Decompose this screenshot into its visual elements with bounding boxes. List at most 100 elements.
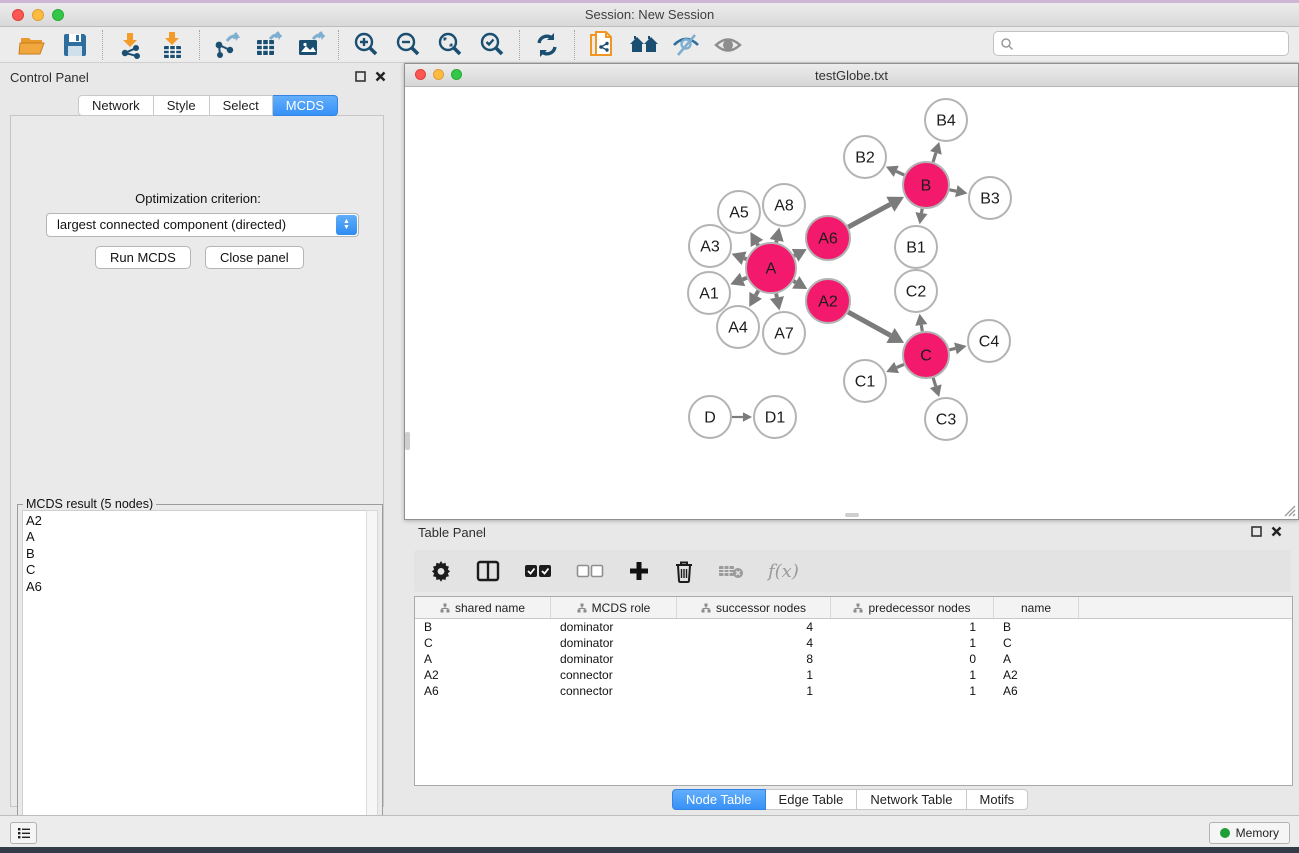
column-header[interactable]: name xyxy=(994,597,1079,618)
tab-edge-table[interactable]: Edge Table xyxy=(766,789,858,810)
table-cell[interactable]: 1 xyxy=(677,683,831,699)
table-cell[interactable]: B xyxy=(994,619,1079,635)
graph-edge[interactable] xyxy=(950,190,957,191)
table-cell[interactable]: C xyxy=(415,635,551,651)
graph-edge[interactable] xyxy=(949,348,955,349)
list-item[interactable]: A6 xyxy=(26,579,367,595)
list-item[interactable]: A xyxy=(26,529,367,545)
save-session-icon[interactable] xyxy=(54,29,96,61)
graph-edge[interactable] xyxy=(757,243,758,245)
table-cell[interactable]: A xyxy=(994,651,1079,667)
zoom-fit-icon[interactable] xyxy=(429,29,471,61)
close-panel-icon[interactable] xyxy=(1271,526,1282,537)
graph-edge[interactable] xyxy=(848,312,890,335)
table-cell[interactable]: A2 xyxy=(415,667,551,683)
column-header[interactable]: successor nodes xyxy=(677,597,831,618)
function-builder-icon[interactable]: f(x) xyxy=(768,556,799,586)
graph-edge[interactable] xyxy=(756,291,759,296)
export-network-icon[interactable] xyxy=(206,29,248,61)
show-selected-icon[interactable] xyxy=(707,29,749,61)
table-row[interactable]: Adominator80A xyxy=(415,651,1292,667)
settings-gear-icon[interactable] xyxy=(430,556,452,586)
import-table-icon[interactable] xyxy=(151,29,193,61)
deselect-all-icon[interactable] xyxy=(576,556,604,586)
table-cell[interactable]: A6 xyxy=(994,683,1079,699)
tab-network[interactable]: Network xyxy=(78,95,154,116)
close-network-button[interactable] xyxy=(415,69,426,80)
graph-edge[interactable] xyxy=(744,258,746,259)
graph-edge[interactable] xyxy=(897,364,904,367)
new-network-from-file-icon[interactable] xyxy=(581,29,623,61)
minimize-window-button[interactable] xyxy=(32,9,44,21)
delete-table-icon[interactable] xyxy=(718,556,744,586)
home-networks-icon[interactable] xyxy=(623,29,665,61)
table-cell[interactable]: 1 xyxy=(831,667,994,683)
network-window-titlebar[interactable]: testGlobe.txt xyxy=(405,64,1298,87)
table-cell[interactable]: connector xyxy=(551,667,677,683)
table-cell[interactable]: 1 xyxy=(677,667,831,683)
table-row[interactable]: Bdominator41B xyxy=(415,619,1292,635)
table-cell[interactable]: 1 xyxy=(831,635,994,651)
graph-edge[interactable] xyxy=(848,204,890,227)
network-hscrollbar[interactable] xyxy=(845,513,859,517)
select-all-icon[interactable] xyxy=(524,556,552,586)
network-canvas[interactable]: B4B2BB3B1A5A8A6A3AA1C2A4A7A2C4CC1C3DD1 xyxy=(405,87,1298,519)
graph-edge[interactable] xyxy=(794,255,795,256)
list-scrollbar[interactable] xyxy=(366,510,378,844)
close-panel-icon[interactable] xyxy=(375,71,386,82)
export-image-icon[interactable] xyxy=(290,29,332,61)
close-window-button[interactable] xyxy=(12,9,24,21)
search-input[interactable] xyxy=(993,31,1289,56)
table-row[interactable]: Cdominator41C xyxy=(415,635,1292,651)
hide-selected-icon[interactable] xyxy=(665,29,707,61)
table-cell[interactable]: 1 xyxy=(831,619,994,635)
zoom-in-icon[interactable] xyxy=(345,29,387,61)
table-cell[interactable]: C xyxy=(994,635,1079,651)
table-cell[interactable]: B xyxy=(415,619,551,635)
add-row-icon[interactable] xyxy=(628,556,650,586)
table-cell[interactable]: 0 xyxy=(831,651,994,667)
column-header[interactable]: predecessor nodes xyxy=(831,597,994,618)
graph-edge[interactable] xyxy=(933,378,936,386)
tab-select[interactable]: Select xyxy=(210,95,273,116)
graph-edge[interactable] xyxy=(896,171,904,175)
table-cell[interactable]: 4 xyxy=(677,619,831,635)
graph-edge[interactable] xyxy=(933,153,936,162)
minimize-network-button[interactable] xyxy=(433,69,444,80)
float-panel-icon[interactable] xyxy=(355,71,366,82)
table-cell[interactable]: A6 xyxy=(415,683,551,699)
graph-edge[interactable] xyxy=(921,325,922,331)
show-panels-button[interactable] xyxy=(10,822,37,844)
list-item[interactable]: C xyxy=(26,562,367,578)
network-vscrollbar[interactable] xyxy=(405,432,410,450)
tab-node-table[interactable]: Node Table xyxy=(672,789,766,810)
export-table-icon[interactable] xyxy=(248,29,290,61)
graph-edge[interactable] xyxy=(776,293,777,297)
table-cell[interactable]: dominator xyxy=(551,635,677,651)
columns-icon[interactable] xyxy=(476,556,500,586)
memory-button[interactable]: Memory xyxy=(1209,822,1290,844)
run-mcds-button[interactable]: Run MCDS xyxy=(95,246,191,269)
table-cell[interactable]: dominator xyxy=(551,619,677,635)
close-panel-button[interactable]: Close panel xyxy=(205,246,304,269)
zoom-out-icon[interactable] xyxy=(387,29,429,61)
zoom-window-button[interactable] xyxy=(52,9,64,21)
open-folder-icon[interactable] xyxy=(12,29,54,61)
tab-style[interactable]: Style xyxy=(154,95,210,116)
tab-network-table[interactable]: Network Table xyxy=(857,789,966,810)
graph-edge[interactable] xyxy=(743,278,747,280)
refresh-icon[interactable] xyxy=(526,29,568,61)
graph-edge[interactable] xyxy=(794,281,796,282)
table-cell[interactable]: 4 xyxy=(677,635,831,651)
tab-motifs[interactable]: Motifs xyxy=(967,789,1029,810)
criterion-dropdown[interactable]: largest connected component (directed) ▲… xyxy=(46,213,359,237)
table-cell[interactable]: 1 xyxy=(831,683,994,699)
table-row[interactable]: A2connector11A2 xyxy=(415,667,1292,683)
zoom-network-button[interactable] xyxy=(451,69,462,80)
table-cell[interactable]: A xyxy=(415,651,551,667)
tab-mcds[interactable]: MCDS xyxy=(273,95,338,116)
table-cell[interactable]: dominator xyxy=(551,651,677,667)
zoom-selected-icon[interactable] xyxy=(471,29,513,61)
table-cell[interactable]: 8 xyxy=(677,651,831,667)
table-row[interactable]: A6connector11A6 xyxy=(415,683,1292,699)
